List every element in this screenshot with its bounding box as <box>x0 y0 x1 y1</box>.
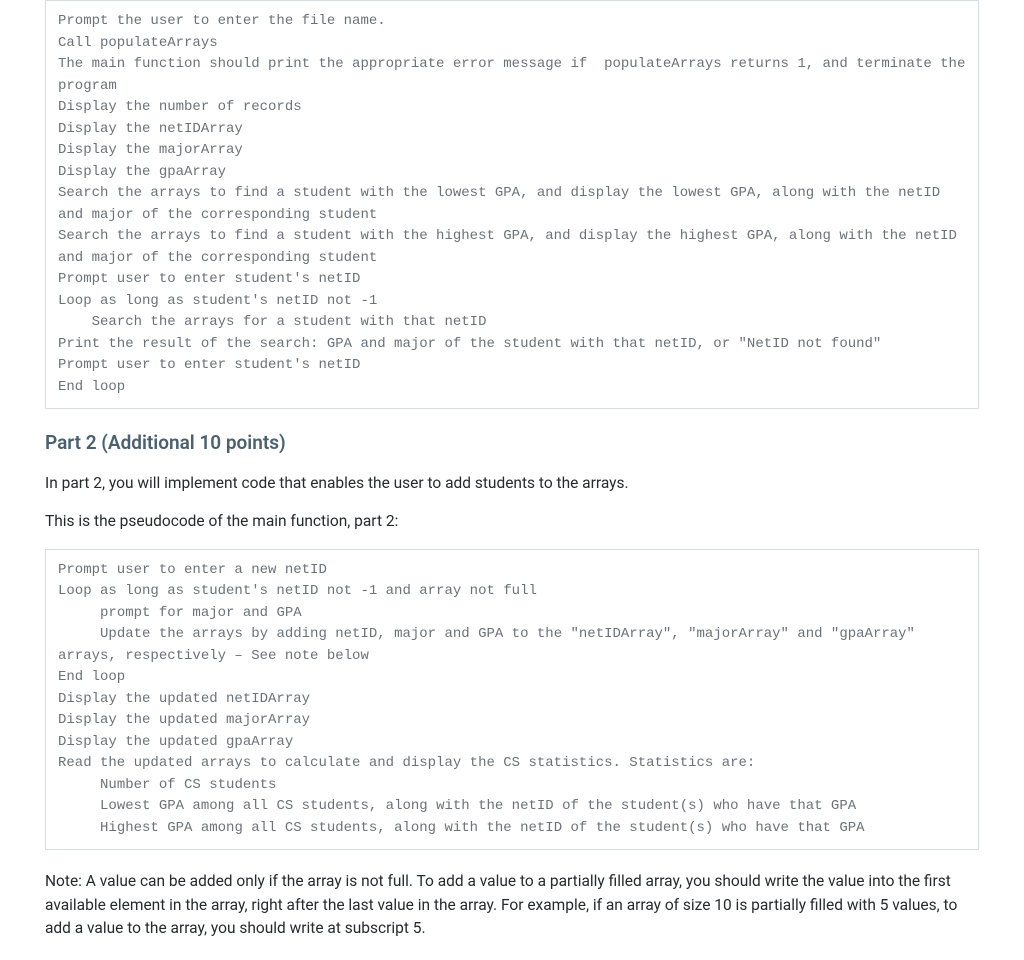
document-content: Prompt the user to enter the file name. … <box>0 0 1024 960</box>
intro-paragraph-2: This is the pseudocode of the main funct… <box>45 510 979 532</box>
part-2-heading: Part 2 (Additional 10 points) <box>45 431 979 454</box>
note-paragraph: Note: A value can be added only if the a… <box>45 870 979 940</box>
pseudocode-block-1: Prompt the user to enter the file name. … <box>45 0 979 409</box>
intro-paragraph-1: In part 2, you will implement code that … <box>45 472 979 494</box>
pseudocode-block-2: Prompt user to enter a new netID Loop as… <box>45 549 979 851</box>
